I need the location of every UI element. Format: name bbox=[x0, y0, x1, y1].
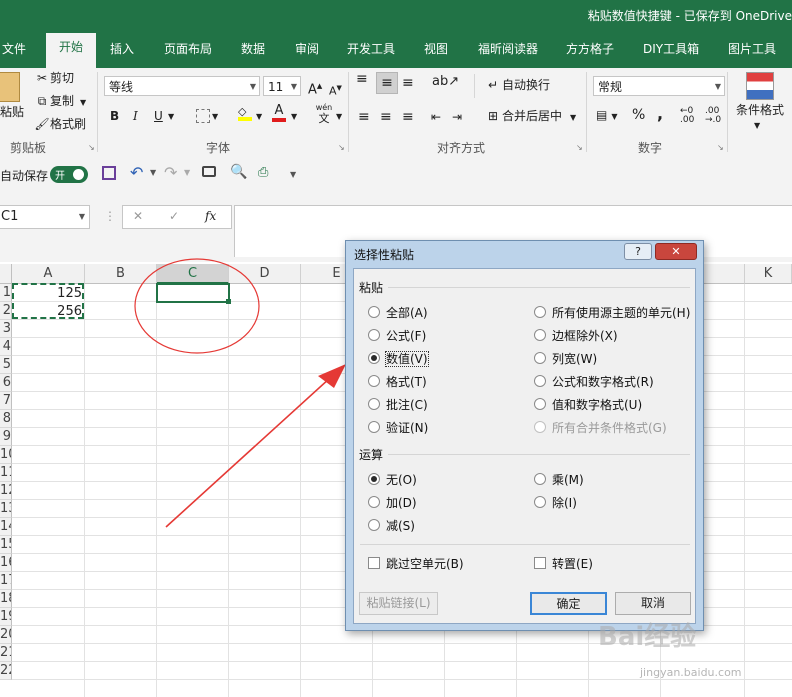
radio-paste-formulas[interactable]: 公式(F) bbox=[368, 327, 426, 344]
radio-operation-subtract[interactable]: 减(S) bbox=[368, 517, 415, 534]
section-divider bbox=[360, 544, 690, 545]
radio-circle bbox=[534, 352, 546, 364]
radio-operation-divide[interactable]: 除(I) bbox=[534, 494, 577, 511]
radio-circle bbox=[534, 306, 546, 318]
radio-circle bbox=[368, 519, 380, 531]
radio-paste-formulas-number-formats[interactable]: 公式和数字格式(R) bbox=[534, 373, 654, 390]
section-divider bbox=[388, 287, 690, 288]
cancel-button[interactable]: 取消 bbox=[615, 592, 691, 615]
radio-label: 加(D) bbox=[386, 496, 417, 510]
radio-circle bbox=[534, 329, 546, 341]
paste-section-label: 粘贴 bbox=[359, 281, 384, 295]
watermark-url: jingyan.baidu.com bbox=[640, 666, 742, 679]
section-divider bbox=[388, 454, 690, 455]
radio-circle bbox=[368, 398, 380, 410]
operation-section-label: 运算 bbox=[359, 448, 384, 462]
radio-circle bbox=[534, 473, 546, 485]
radio-label: 所有使用源主题的单元(H) bbox=[552, 306, 691, 320]
radio-label: 列宽(W) bbox=[552, 352, 598, 366]
annotation-arrow-shaft bbox=[165, 377, 331, 528]
radio-label: 边框除外(X) bbox=[552, 329, 618, 343]
checkbox-box bbox=[534, 557, 546, 569]
radio-circle bbox=[368, 375, 380, 387]
radio-label: 减(S) bbox=[386, 519, 415, 533]
dialog-title: 选择性粘贴 bbox=[354, 248, 415, 262]
radio-label: 无(O) bbox=[386, 473, 417, 487]
radio-label: 验证(N) bbox=[386, 421, 429, 435]
radio-label: 除(I) bbox=[552, 496, 577, 510]
radio-paste-no-borders[interactable]: 边框除外(X) bbox=[534, 327, 618, 344]
radio-circle bbox=[368, 496, 380, 508]
radio-paste-all[interactable]: 全部(A) bbox=[368, 304, 428, 321]
ok-button[interactable]: 确定 bbox=[530, 592, 607, 615]
radio-circle bbox=[534, 421, 546, 433]
radio-circle-selected bbox=[368, 352, 380, 364]
radio-paste-validation[interactable]: 验证(N) bbox=[368, 419, 428, 436]
radio-circle bbox=[368, 306, 380, 318]
checkbox-box bbox=[368, 557, 380, 569]
radio-paste-merge-conditional: 所有合并条件格式(G) bbox=[534, 419, 667, 436]
radio-circle bbox=[534, 375, 546, 387]
radio-label: 乘(M) bbox=[552, 473, 584, 487]
radio-label: 全部(A) bbox=[386, 306, 428, 320]
radio-operation-add[interactable]: 加(D) bbox=[368, 494, 417, 511]
help-button[interactable]: ? bbox=[624, 243, 652, 260]
radio-label: 数值(V) bbox=[385, 351, 429, 367]
radio-label: 格式(T) bbox=[386, 375, 427, 389]
radio-circle-selected bbox=[368, 473, 380, 485]
transpose-checkbox[interactable]: 转置(E) bbox=[534, 555, 593, 572]
radio-circle bbox=[368, 421, 380, 433]
radio-label: 公式和数字格式(R) bbox=[552, 375, 654, 389]
checkbox-label: 跳过空单元(B) bbox=[386, 557, 464, 571]
radio-paste-values-number-formats[interactable]: 值和数字格式(U) bbox=[534, 396, 642, 413]
radio-paste-formats[interactable]: 格式(T) bbox=[368, 373, 427, 390]
skip-blanks-checkbox[interactable]: 跳过空单元(B) bbox=[368, 555, 464, 572]
radio-paste-values[interactable]: 数值(V) bbox=[368, 350, 429, 367]
radio-paste-comments[interactable]: 批注(C) bbox=[368, 396, 428, 413]
close-button[interactable]: ✕ bbox=[655, 243, 697, 260]
radio-operation-none[interactable]: 无(O) bbox=[368, 471, 417, 488]
radio-paste-source-theme[interactable]: 所有使用源主题的单元(H) bbox=[534, 304, 690, 321]
watermark-logo: Bai经验 bbox=[598, 622, 697, 652]
radio-paste-column-widths[interactable]: 列宽(W) bbox=[534, 350, 597, 367]
radio-circle bbox=[534, 496, 546, 508]
annotation-ellipse bbox=[134, 258, 260, 354]
radio-label: 公式(F) bbox=[386, 329, 427, 343]
radio-label: 所有合并条件格式(G) bbox=[552, 421, 667, 435]
radio-label: 批注(C) bbox=[386, 398, 428, 412]
radio-label: 值和数字格式(U) bbox=[552, 398, 643, 412]
checkbox-label: 转置(E) bbox=[552, 557, 593, 571]
radio-circle bbox=[368, 329, 380, 341]
paste-link-button: 粘贴链接(L) bbox=[359, 592, 438, 615]
radio-circle bbox=[534, 398, 546, 410]
radio-operation-multiply[interactable]: 乘(M) bbox=[534, 471, 584, 488]
